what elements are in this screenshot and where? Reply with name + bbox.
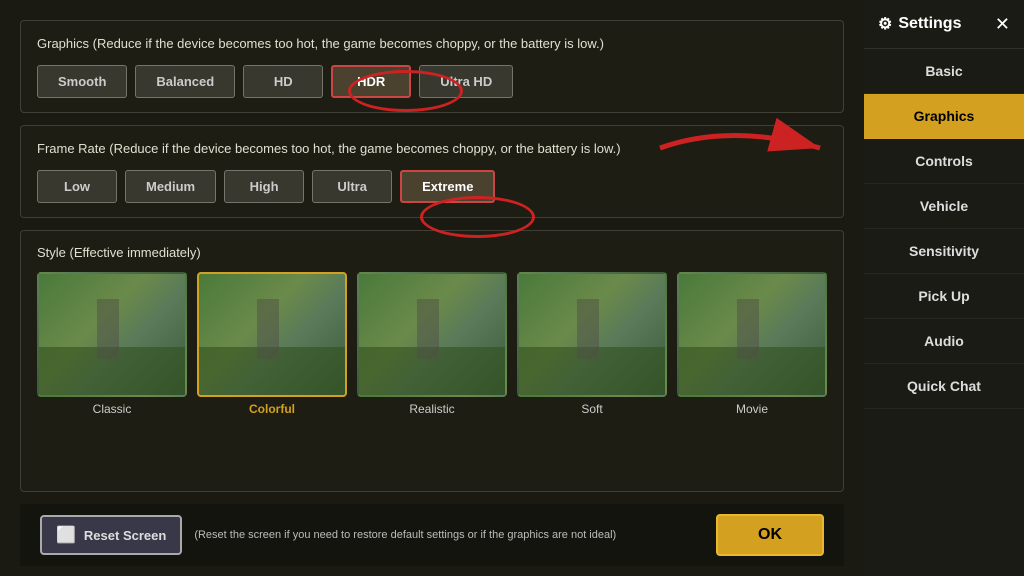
sidebar-item-pickup[interactable]: Pick Up <box>864 274 1024 319</box>
framerate-medium-btn[interactable]: Medium <box>125 170 216 203</box>
graphics-hd-btn[interactable]: HD <box>243 65 323 98</box>
bottom-bar: ⬜ Reset Screen (Reset the screen if you … <box>20 504 844 566</box>
sidebar-item-basic[interactable]: Basic <box>864 49 1024 94</box>
framerate-high-btn[interactable]: High <box>224 170 304 203</box>
style-section: Style (Effective immediately) Classic Co… <box>20 230 844 492</box>
graphics-ultrahd-btn[interactable]: Ultra HD <box>419 65 513 98</box>
reset-screen-label: Reset Screen <box>84 528 166 543</box>
reset-screen-desc: (Reset the screen if you need to restore… <box>194 529 704 541</box>
style-section-label: Style (Effective immediately) <box>37 245 827 260</box>
style-realistic-label: Realistic <box>409 402 454 416</box>
framerate-label: Frame Rate (Reduce if the device becomes… <box>37 140 827 158</box>
style-realistic-img <box>357 272 507 397</box>
framerate-low-btn[interactable]: Low <box>37 170 117 203</box>
style-movie-card[interactable]: Movie <box>677 272 827 416</box>
sidebar-title: ⚙ Settings <box>878 14 961 34</box>
graphics-quality-label: Graphics (Reduce if the device becomes t… <box>37 35 827 53</box>
style-classic-card[interactable]: Classic <box>37 272 187 416</box>
style-movie-label: Movie <box>736 402 768 416</box>
sidebar-item-quickchat[interactable]: Quick Chat <box>864 364 1024 409</box>
close-button[interactable]: ✕ <box>995 15 1010 33</box>
graphics-options-row: Smooth Balanced HD HDR Ultra HD <box>37 65 827 98</box>
graphics-balanced-btn[interactable]: Balanced <box>135 65 235 98</box>
graphics-quality-section: Graphics (Reduce if the device becomes t… <box>20 20 844 113</box>
sidebar-item-controls[interactable]: Controls <box>864 139 1024 184</box>
sidebar-item-sensitivity[interactable]: Sensitivity <box>864 229 1024 274</box>
style-soft-label: Soft <box>581 402 602 416</box>
framerate-section: Frame Rate (Reduce if the device becomes… <box>20 125 844 218</box>
style-colorful-card[interactable]: Colorful <box>197 272 347 416</box>
style-movie-img <box>677 272 827 397</box>
style-classic-label: Classic <box>93 402 132 416</box>
style-colorful-label: Colorful <box>249 402 295 416</box>
framerate-options-row: Low Medium High Ultra Extreme <box>37 170 827 203</box>
reset-screen-icon: ⬜ <box>56 525 76 545</box>
sidebar-header: ⚙ Settings ✕ <box>864 0 1024 49</box>
gear-icon: ⚙ <box>878 14 892 34</box>
style-soft-card[interactable]: Soft <box>517 272 667 416</box>
framerate-extreme-btn[interactable]: Extreme <box>400 170 495 203</box>
ok-button[interactable]: OK <box>716 514 824 556</box>
sidebar-item-audio[interactable]: Audio <box>864 319 1024 364</box>
graphics-smooth-btn[interactable]: Smooth <box>37 65 127 98</box>
sidebar: ⚙ Settings ✕ Basic Graphics Controls Veh… <box>864 0 1024 576</box>
style-colorful-img <box>197 272 347 397</box>
style-classic-img <box>37 272 187 397</box>
reset-screen-button[interactable]: ⬜ Reset Screen <box>40 515 182 555</box>
style-grid: Classic Colorful Realistic Soft <box>37 272 827 416</box>
style-soft-img <box>517 272 667 397</box>
graphics-hdr-btn[interactable]: HDR <box>331 65 411 98</box>
framerate-ultra-btn[interactable]: Ultra <box>312 170 392 203</box>
style-realistic-card[interactable]: Realistic <box>357 272 507 416</box>
sidebar-item-vehicle[interactable]: Vehicle <box>864 184 1024 229</box>
sidebar-item-graphics[interactable]: Graphics <box>864 94 1024 139</box>
